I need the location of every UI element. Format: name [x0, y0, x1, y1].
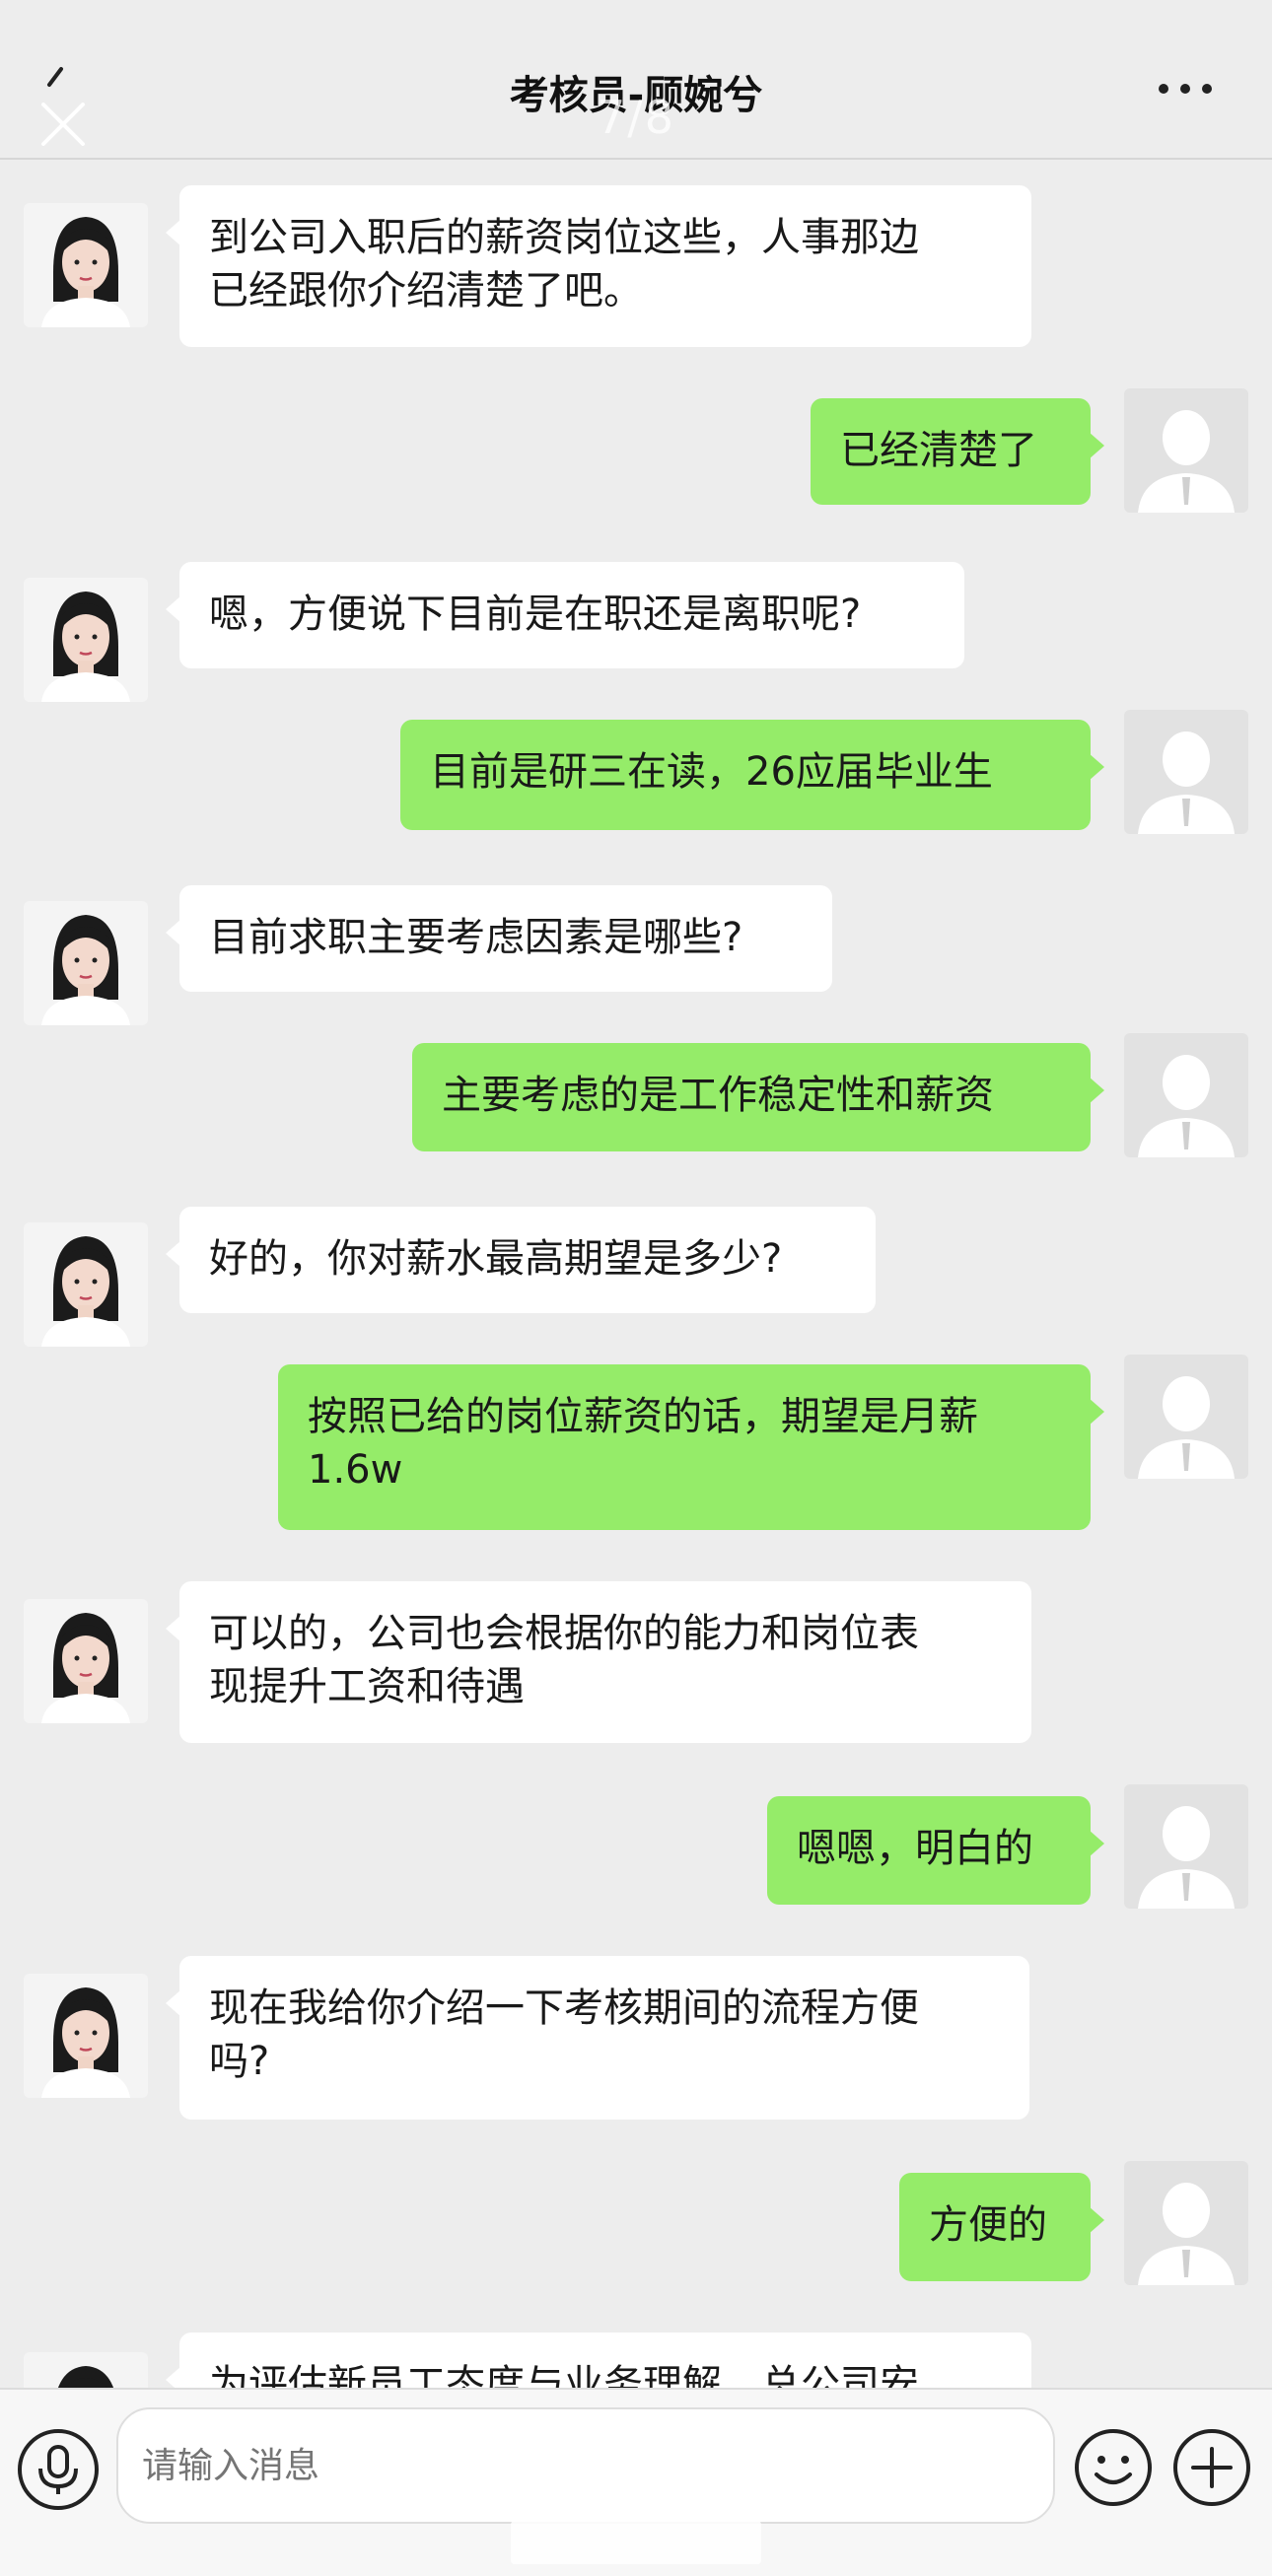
user-avatar[interactable] — [1124, 1033, 1248, 1157]
emoji-icon — [1075, 2429, 1152, 2506]
chat-header: 考核员-顾婉兮 7/8 — [0, 0, 1272, 160]
page-indicator: 7/8 — [596, 91, 676, 144]
contact-avatar[interactable] — [24, 578, 148, 702]
microphone-icon — [38, 2445, 78, 2494]
user-avatar[interactable] — [1124, 388, 1248, 513]
contact-avatar[interactable] — [24, 203, 148, 327]
home-indicator — [511, 2521, 761, 2564]
contact-avatar[interactable] — [24, 901, 148, 1025]
user-avatar[interactable] — [1124, 2161, 1248, 2285]
sent-message[interactable]: 方便的 — [899, 2173, 1104, 2281]
sent-message[interactable]: 已经清楚了 — [811, 398, 1104, 505]
plus-icon — [1173, 2429, 1250, 2506]
received-message[interactable]: 现在我给你介绍一下考核期间的流程方便 吗? — [166, 1956, 1029, 2120]
message-input[interactable] — [116, 2407, 1055, 2524]
received-message[interactable]: 到公司入职后的薪资岗位这些，人事那边 已经跟你介绍清楚了吧。 — [166, 185, 1031, 347]
contact-avatar[interactable] — [24, 1974, 148, 2098]
voice-button[interactable] — [18, 2429, 99, 2510]
emoji-button[interactable] — [1073, 2427, 1154, 2508]
sent-message[interactable]: 主要考虑的是工作稳定性和薪资 — [412, 1043, 1104, 1151]
more-icon[interactable] — [1154, 77, 1217, 101]
user-avatar[interactable] — [1124, 710, 1248, 834]
sent-message[interactable]: 目前是研三在读，26应届毕业生 — [400, 720, 1104, 830]
contact-avatar[interactable] — [24, 1222, 148, 1347]
received-message[interactable]: 嗯，方便说下目前是在职还是离职呢? — [166, 562, 964, 668]
user-avatar[interactable] — [1124, 1784, 1248, 1909]
sent-message[interactable]: 按照已给的岗位薪资的话，期望是月薪 1.6w — [278, 1364, 1104, 1530]
received-message[interactable]: 可以的，公司也会根据你的能力和岗位表 现提升工资和待遇 — [166, 1581, 1031, 1743]
received-message[interactable]: 目前求职主要考虑因素是哪些? — [166, 885, 832, 992]
received-message[interactable]: 好的，你对薪水最高期望是多少? — [166, 1207, 876, 1313]
add-button[interactable] — [1171, 2427, 1252, 2508]
user-avatar[interactable] — [1124, 1355, 1248, 1479]
sent-message[interactable]: 嗯嗯，明白的 — [767, 1796, 1104, 1905]
contact-avatar[interactable] — [24, 1599, 148, 1723]
